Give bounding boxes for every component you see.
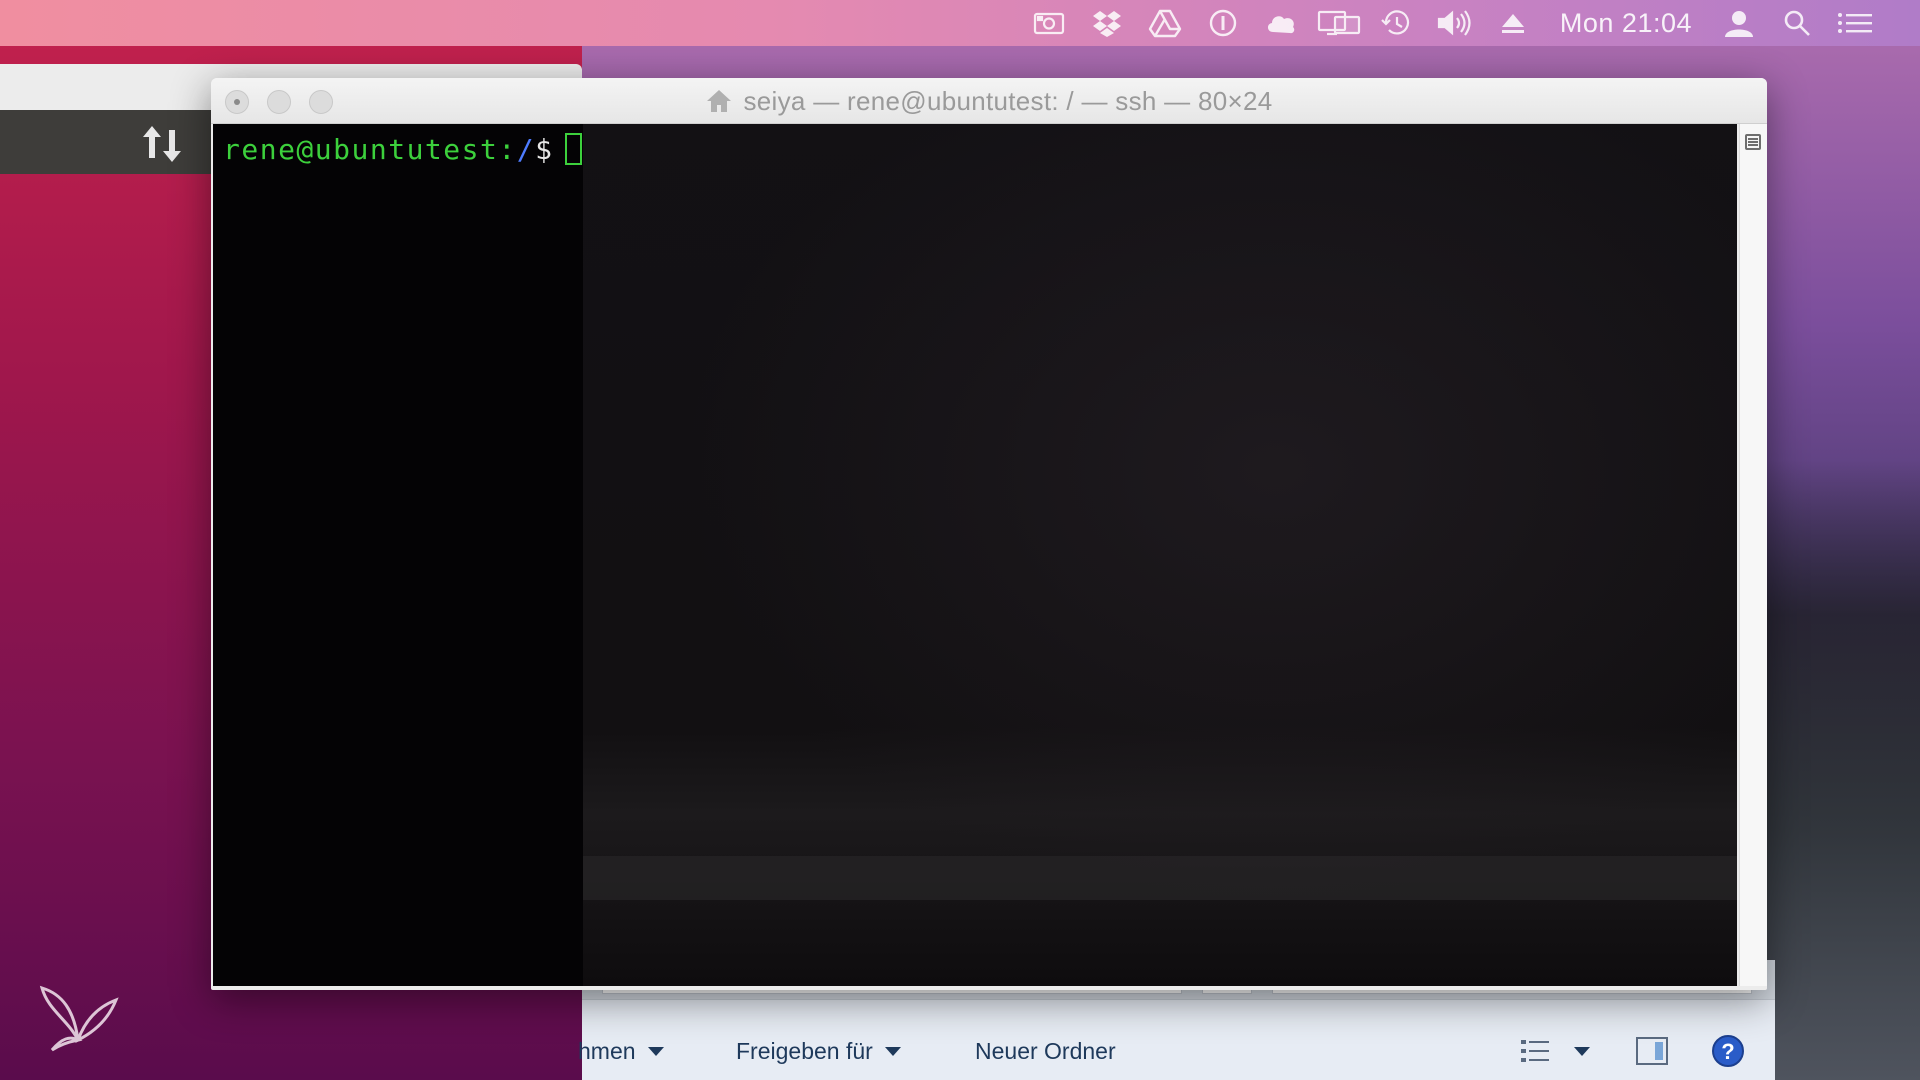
toolbar-item-organize[interactable]: hmen [578, 1034, 664, 1068]
terminal-scrollbar[interactable] [1739, 124, 1767, 986]
terminal-translucent-band [583, 856, 1737, 900]
view-options-dropdown[interactable] [1562, 1034, 1602, 1068]
split-pane-icon[interactable] [1745, 134, 1761, 150]
cloud-sync-icon[interactable] [1252, 0, 1310, 46]
chevron-down-icon [1574, 1046, 1590, 1056]
password-manager-icon[interactable] [1194, 0, 1252, 46]
eject-icon[interactable] [1484, 0, 1542, 46]
terminal-background-region [213, 124, 583, 986]
chevron-down-icon [647, 1046, 664, 1056]
spotlight-search-icon[interactable] [1768, 0, 1826, 46]
toolbar-share-button[interactable]: Freigeben für [736, 1034, 901, 1068]
toolbar-share-label: Freigeben für [736, 1037, 873, 1064]
svg-text:?: ? [1721, 1039, 1734, 1064]
prompt-dollar: $ [535, 133, 554, 166]
toolbar-new-folder-button[interactable]: Neuer Ordner [975, 1034, 1116, 1068]
terminal-content[interactable]: rene@ubuntutest:/$ [213, 124, 1737, 986]
screen-capture-icon[interactable] [1020, 0, 1078, 46]
terminal-title-text: seiya — rene@ubuntutest: / — ssh — 80×24 [743, 85, 1273, 116]
shell-prompt: rene@ubuntutest:/$ [223, 130, 583, 170]
help-icon[interactable]: ? [1708, 1034, 1748, 1068]
view-options-icon[interactable] [1516, 1034, 1556, 1068]
preview-pane-icon[interactable] [1632, 1034, 1672, 1068]
chevron-down-icon [884, 1046, 901, 1056]
menubar-clock[interactable]: Mon 21:04 [1542, 8, 1710, 39]
toolbar-item-organize-label: hmen [578, 1037, 636, 1064]
dropbox-icon[interactable] [1078, 0, 1136, 46]
prompt-colon: : [498, 133, 517, 166]
google-drive-icon[interactable] [1136, 0, 1194, 46]
display-mirroring-icon[interactable] [1310, 0, 1368, 46]
user-icon[interactable] [1710, 0, 1768, 46]
terminal-title: seiya — rene@ubuntutest: / — ssh — 80×24 [211, 78, 1767, 124]
time-machine-icon[interactable] [1368, 0, 1426, 46]
terminal-titlebar[interactable]: seiya — rene@ubuntutest: / — ssh — 80×24 [211, 78, 1767, 124]
prompt-user-host: rene@ubuntutest [223, 133, 499, 166]
volume-icon[interactable] [1426, 0, 1484, 46]
butterfly-logo-icon [38, 980, 120, 1052]
text-cursor[interactable] [565, 133, 583, 165]
home-icon [707, 90, 732, 112]
transfer-arrows-icon[interactable] [138, 120, 186, 168]
terminal-window: seiya — rene@ubuntutest: / — ssh — 80×24… [211, 78, 1767, 990]
macos-menubar: Mon 21:04 [0, 0, 1920, 46]
toolbar-new-folder-label: Neuer Ordner [975, 1037, 1116, 1064]
notification-center-icon[interactable] [1826, 0, 1884, 46]
prompt-path: / [516, 133, 536, 166]
